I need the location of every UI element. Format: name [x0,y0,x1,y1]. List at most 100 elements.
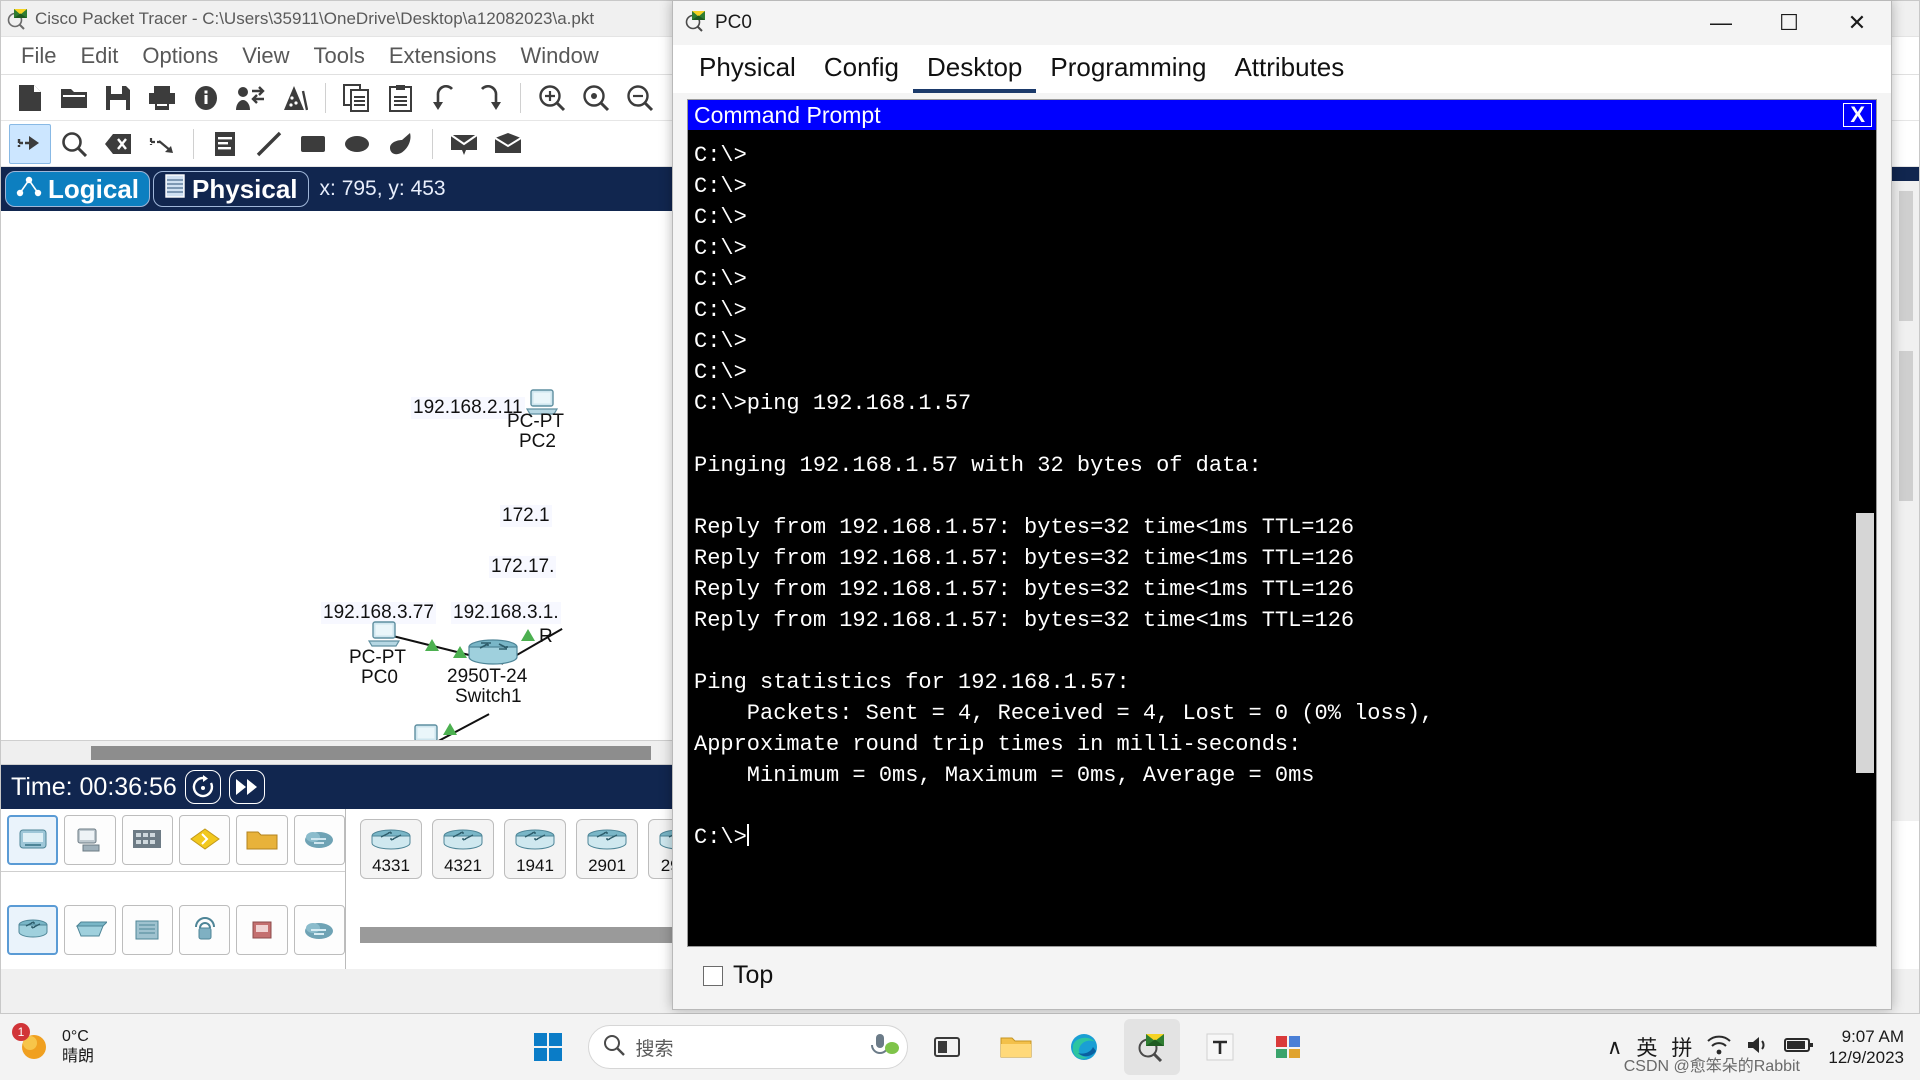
workspace-ip-label: 172.17. [489,556,557,578]
components-icon[interactable] [121,815,174,865]
workspace-device-label: 2950T-24 [447,666,528,687]
miscellaneous-icon[interactable] [236,815,288,865]
tab-attributes[interactable]: Attributes [1220,50,1358,93]
menu-edit[interactable]: Edit [68,41,130,71]
menu-options[interactable]: Options [130,41,230,71]
tab-config[interactable]: Config [810,50,913,93]
workspace-device-label: PC0 [361,667,398,688]
wireless-group-icon[interactable] [179,905,231,955]
draw-line-icon[interactable] [248,124,290,164]
network-devices-icon[interactable] [7,815,59,865]
info-icon[interactable] [185,78,227,118]
app-icon[interactable] [1260,1019,1316,1075]
search-input[interactable]: 搜索 [635,1034,855,1061]
draw-freeform-icon[interactable] [380,124,422,164]
resize-shape-icon[interactable] [141,124,183,164]
tab-physical[interactable]: Physical [685,50,810,93]
device-model-4331[interactable]: 4331 [360,819,422,879]
menu-view[interactable]: View [230,41,301,71]
new-file-icon[interactable] [9,78,51,118]
edge-icon[interactable] [1056,1019,1112,1075]
device-model-label: 1941 [516,856,554,875]
top-checkbox[interactable] [703,965,723,986]
view-tab-physical[interactable]: Physical [153,171,309,207]
palette-vertical-scrollbar[interactable] [1899,351,1913,501]
search-box[interactable]: 搜索 [588,1025,909,1069]
view-tab-logical[interactable]: Logical [5,171,151,207]
terminal-line: C:\>ping 192.168.1.57 [694,391,972,416]
activity-wizard-icon[interactable] [229,78,271,118]
tab-programming[interactable]: Programming [1036,50,1220,93]
terminal-scrollbar[interactable] [1856,130,1874,795]
tab-desktop[interactable]: Desktop [912,50,1037,93]
scrollbar-thumb[interactable] [1856,513,1874,773]
multiuser-icon[interactable] [293,815,345,865]
terminal-line: Packets: Sent = 4, Received = 4, Lost = … [694,701,1434,726]
workspace-vertical-scrollbar[interactable] [1899,191,1913,321]
reset-simulation-icon[interactable] [184,770,221,804]
pc1-device-icon[interactable] [409,724,443,740]
terminal-output[interactable]: C:\> C:\> C:\> C:\> C:\> C:\> C:\> C:\> C:\> C:\>… [688,130,1876,946]
command-prompt-close-button[interactable]: X [1843,103,1872,127]
command-prompt-titlebar: Command Prompt X [688,100,1876,130]
terminal-line: Minimum = 0ms, Maximum = 0ms, Average = … [694,763,1315,788]
copy-icon[interactable] [336,78,378,118]
coordinate-readout: x: 795, y: 453 [319,177,446,200]
link-status-indicator [521,629,535,641]
cloud-group-icon[interactable] [293,905,345,955]
menu-file[interactable]: File [9,41,68,71]
terminal-line: C:\> [694,130,1870,140]
close-button[interactable]: ✕ [1823,1,1891,45]
link-status-indicator [453,646,467,658]
windows-start-icon[interactable] [520,1019,576,1075]
end-devices-icon[interactable] [64,815,116,865]
menu-extensions[interactable]: Extensions [377,41,509,71]
menu-tools[interactable]: Tools [302,41,377,71]
clock[interactable]: 9:07 AM 12/9/2023 [1828,1026,1904,1068]
device-model-1941[interactable]: 1941 [504,819,566,879]
workspace-device-label: PC-PT [507,411,564,432]
complex-pdu-icon[interactable] [487,124,529,164]
inspect-icon[interactable] [53,124,95,164]
zoom-reset-icon[interactable] [575,78,617,118]
redo-icon[interactable] [468,78,510,118]
simple-pdu-icon[interactable] [443,124,485,164]
hub-group-icon[interactable] [121,905,174,955]
task-view-icon[interactable] [920,1019,976,1075]
scrollbar-thumb[interactable] [91,745,651,760]
device-model-2901[interactable]: 2901 [576,819,638,879]
top-checkbox-label: Top [733,961,774,989]
network-lab-icon[interactable] [273,78,315,118]
select-icon[interactable] [9,123,51,164]
delete-icon[interactable] [97,124,139,164]
fast-forward-icon[interactable] [228,770,265,804]
packet-tracer-icon [685,10,707,37]
device-model-4321[interactable]: 4321 [432,819,494,879]
menu-window[interactable]: Window [508,41,610,71]
save-icon[interactable] [97,78,139,118]
zoom-in-icon[interactable] [531,78,573,118]
packet-tracer-icon[interactable] [1124,1019,1181,1075]
paste-icon[interactable] [380,78,422,118]
open-folder-icon[interactable] [53,78,95,118]
zoom-out-icon[interactable] [619,78,661,118]
connections-group-icon[interactable] [236,905,288,955]
device-model-label: 4331 [372,856,410,875]
undo-icon[interactable] [424,78,466,118]
switch-group-icon[interactable] [64,905,116,955]
weather-widget[interactable]: 1 0°C 晴朗 [0,1022,230,1070]
pc0-title-label: PC0 [715,12,752,33]
microphone-icon[interactable] [865,1030,900,1065]
minimize-button[interactable]: — [1687,1,1755,45]
router-group-icon[interactable] [7,905,59,955]
print-icon[interactable] [141,78,183,118]
draw-ellipse-icon[interactable] [336,124,378,164]
connections-icon[interactable] [179,815,231,865]
maximize-button[interactable]: ☐ [1755,1,1823,45]
note-icon[interactable] [204,124,246,164]
chevron-up-icon[interactable]: ∧ [1607,1035,1622,1060]
file-explorer-icon[interactable] [988,1019,1044,1075]
toolbar-separator [432,128,433,159]
typora-icon[interactable] [1192,1019,1248,1075]
draw-rectangle-icon[interactable] [292,124,334,164]
